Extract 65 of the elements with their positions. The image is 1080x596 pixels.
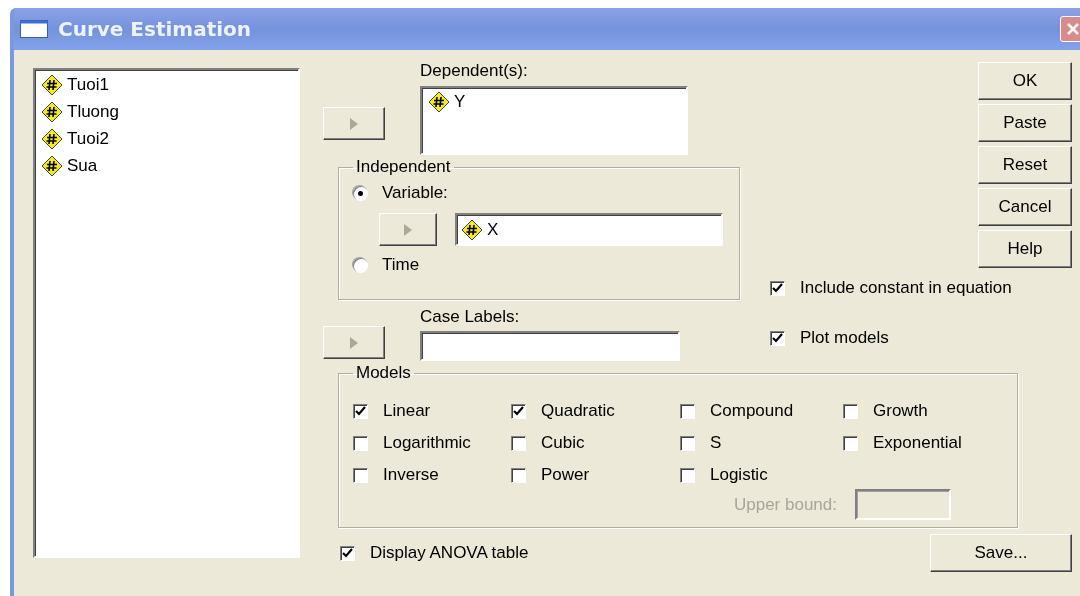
radio-button[interactable] bbox=[353, 185, 368, 201]
numeric-variable-icon bbox=[41, 155, 63, 177]
close-icon bbox=[1066, 22, 1080, 36]
numeric-variable-icon bbox=[41, 128, 63, 150]
checkbox[interactable] bbox=[511, 435, 526, 451]
checkbox[interactable] bbox=[770, 280, 785, 296]
case-labels-field[interactable] bbox=[420, 331, 680, 361]
variable-item[interactable]: Sua bbox=[67, 156, 98, 176]
case-labels-label: Case Labels: bbox=[420, 306, 521, 328]
option-label: Display ANOVA table bbox=[370, 542, 529, 564]
model-label: Exponential bbox=[873, 432, 962, 454]
checkbox[interactable] bbox=[843, 403, 858, 419]
save-button[interactable]: Save... bbox=[930, 534, 1072, 572]
upper-bound-label: Upper bound: bbox=[733, 493, 837, 516]
checkbox[interactable] bbox=[680, 403, 695, 419]
window-title: Curve Estimation bbox=[58, 17, 253, 41]
checkbox[interactable] bbox=[511, 403, 526, 419]
group-title: Models bbox=[355, 363, 412, 383]
model-label: Inverse bbox=[383, 464, 439, 486]
dialog-button[interactable]: Reset bbox=[978, 146, 1072, 184]
dialog-button[interactable]: Cancel bbox=[978, 188, 1072, 226]
variable-item[interactable]: Y bbox=[454, 92, 466, 112]
triangle-right-icon bbox=[350, 117, 358, 130]
triangle-right-icon bbox=[350, 336, 358, 349]
dialog-button[interactable]: Help bbox=[978, 230, 1072, 268]
variable-field[interactable]: X bbox=[455, 213, 723, 246]
model-label: Cubic bbox=[541, 432, 585, 454]
upper-bound-field[interactable] bbox=[855, 489, 951, 520]
checkbox[interactable] bbox=[511, 467, 526, 483]
option-label: Include constant in equation bbox=[800, 277, 1012, 299]
window-icon bbox=[20, 20, 48, 38]
numeric-variable-icon bbox=[41, 74, 63, 96]
group-title: Independent bbox=[355, 157, 452, 177]
numeric-variable-icon bbox=[428, 91, 450, 113]
radio-button[interactable] bbox=[353, 257, 368, 273]
checkbox[interactable] bbox=[340, 545, 355, 561]
triangle-right-icon bbox=[404, 223, 412, 236]
checkbox[interactable] bbox=[680, 467, 695, 483]
option-label: Time bbox=[382, 254, 420, 276]
model-label: Compound bbox=[710, 400, 794, 422]
checkbox[interactable] bbox=[680, 435, 695, 451]
checkbox[interactable] bbox=[353, 435, 368, 451]
numeric-variable-icon bbox=[41, 101, 63, 123]
checkbox[interactable] bbox=[353, 403, 368, 419]
dependent-label: Dependent(s): bbox=[420, 60, 529, 82]
checkbox[interactable] bbox=[843, 435, 858, 451]
model-label: Logistic bbox=[710, 464, 768, 486]
model-label: Power bbox=[541, 464, 590, 486]
model-label: Logarithmic bbox=[383, 432, 471, 454]
dialog-button[interactable]: Paste bbox=[978, 104, 1072, 142]
variable-item[interactable]: Tuoi2 bbox=[67, 129, 109, 149]
dialog-button[interactable]: OK bbox=[978, 62, 1072, 100]
model-label: Growth bbox=[873, 400, 928, 422]
variable-item[interactable]: Tuoi1 bbox=[67, 75, 109, 95]
model-label: Quadratic bbox=[541, 400, 615, 422]
checkbox[interactable] bbox=[770, 330, 785, 346]
variable-item[interactable]: X bbox=[487, 219, 499, 240]
checkbox[interactable] bbox=[353, 467, 368, 483]
numeric-variable-icon bbox=[461, 218, 483, 241]
model-label: Linear bbox=[383, 400, 431, 422]
close-button[interactable] bbox=[1060, 16, 1080, 42]
variable-item[interactable]: Tluong bbox=[67, 102, 119, 122]
option-label: Variable: bbox=[382, 182, 448, 204]
model-label: S bbox=[710, 432, 722, 454]
option-label: Plot models bbox=[800, 327, 889, 349]
